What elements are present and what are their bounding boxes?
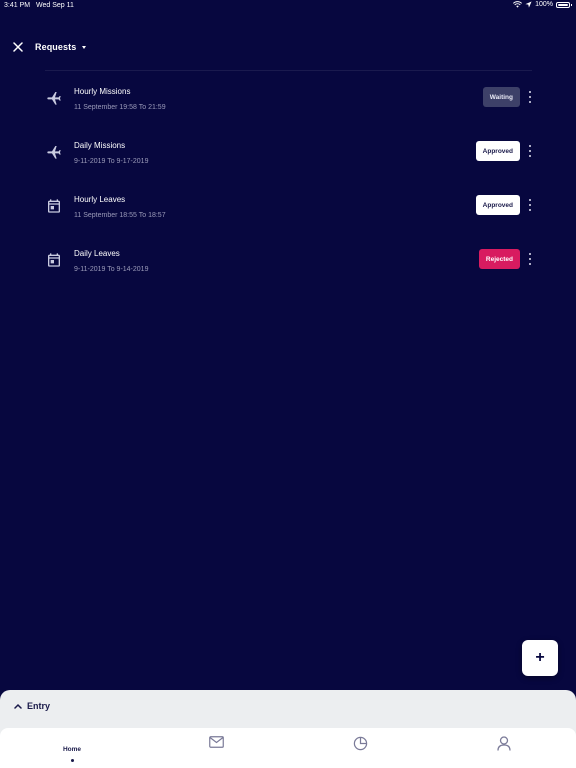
request-date-range: 9-11-2019 To 9-17-2019 [74, 158, 149, 165]
request-row[interactable]: Hourly Leaves 11 September 18:55 To 18:5… [0, 188, 576, 242]
user-icon [497, 736, 511, 751]
request-row[interactable]: Daily Missions 9-11-2019 To 9-17-2019 Ap… [0, 134, 576, 188]
close-icon [13, 42, 23, 52]
chevron-up-icon [14, 703, 22, 709]
nav-home-label: Home [62, 746, 82, 753]
request-date-range: 11 September 18:55 To 18:57 [74, 212, 166, 219]
wifi-icon [513, 1, 523, 8]
request-title: Daily Missions [74, 141, 126, 150]
request-date-range: 9-11-2019 To 9-14-2019 [74, 266, 149, 273]
battery-percentage: 100% [535, 1, 553, 8]
requests-dropdown[interactable]: Requests [35, 42, 87, 52]
airplane-icon [46, 90, 62, 106]
close-button[interactable] [12, 41, 24, 53]
status-badge: Approved [475, 141, 520, 161]
airplane-icon [46, 144, 62, 160]
caret-down-icon [82, 45, 87, 49]
nav-reports[interactable] [330, 736, 390, 764]
nav-profile[interactable] [474, 736, 534, 764]
request-title: Daily Leaves [74, 249, 120, 258]
nav-home[interactable]: Home [42, 736, 102, 764]
entry-label: Entry [27, 701, 51, 711]
request-date-range: 11 September 19:58 To 21:59 [74, 104, 166, 111]
more-options-button[interactable] [528, 145, 532, 157]
screen: 3:41 PM Wed Sep 11 100% Requests Hourly … [0, 0, 576, 768]
status-date: Wed Sep 11 [36, 2, 74, 9]
more-options-button[interactable] [528, 199, 532, 211]
header-divider [45, 70, 532, 71]
calendar-icon [46, 198, 62, 214]
status-badge: Approved [475, 195, 520, 215]
battery-icon [556, 1, 572, 8]
more-options-button[interactable] [528, 253, 532, 265]
calendar-icon [46, 252, 62, 268]
request-title: Hourly Missions [74, 87, 131, 96]
status-time: 3:41 PM [4, 2, 31, 9]
page-title: Requests [35, 42, 77, 52]
status-badge: Rejected [478, 249, 520, 269]
active-indicator [70, 759, 74, 762]
bottom-nav: Home [0, 728, 576, 768]
status-indicators: 100% [513, 1, 572, 8]
status-badge: Waiting [482, 87, 520, 107]
requests-list: Hourly Missions 11 September 19:58 To 21… [0, 80, 576, 296]
location-icon [525, 1, 532, 8]
header: Requests [12, 38, 87, 56]
entry-toggle[interactable]: Entry [14, 701, 50, 711]
request-row[interactable]: Hourly Missions 11 September 19:58 To 21… [0, 80, 576, 134]
more-options-button[interactable] [528, 91, 532, 103]
request-row[interactable]: Daily Leaves 9-11-2019 To 9-14-2019 Reje… [0, 242, 576, 296]
plus-icon: + [535, 649, 545, 666]
status-bar: 3:41 PM Wed Sep 11 100% [0, 0, 576, 12]
request-title: Hourly Leaves [74, 195, 126, 204]
add-request-button[interactable]: + [522, 640, 558, 676]
pie-chart-icon [353, 736, 367, 751]
mail-icon [208, 736, 224, 748]
nav-messages[interactable] [186, 736, 246, 764]
